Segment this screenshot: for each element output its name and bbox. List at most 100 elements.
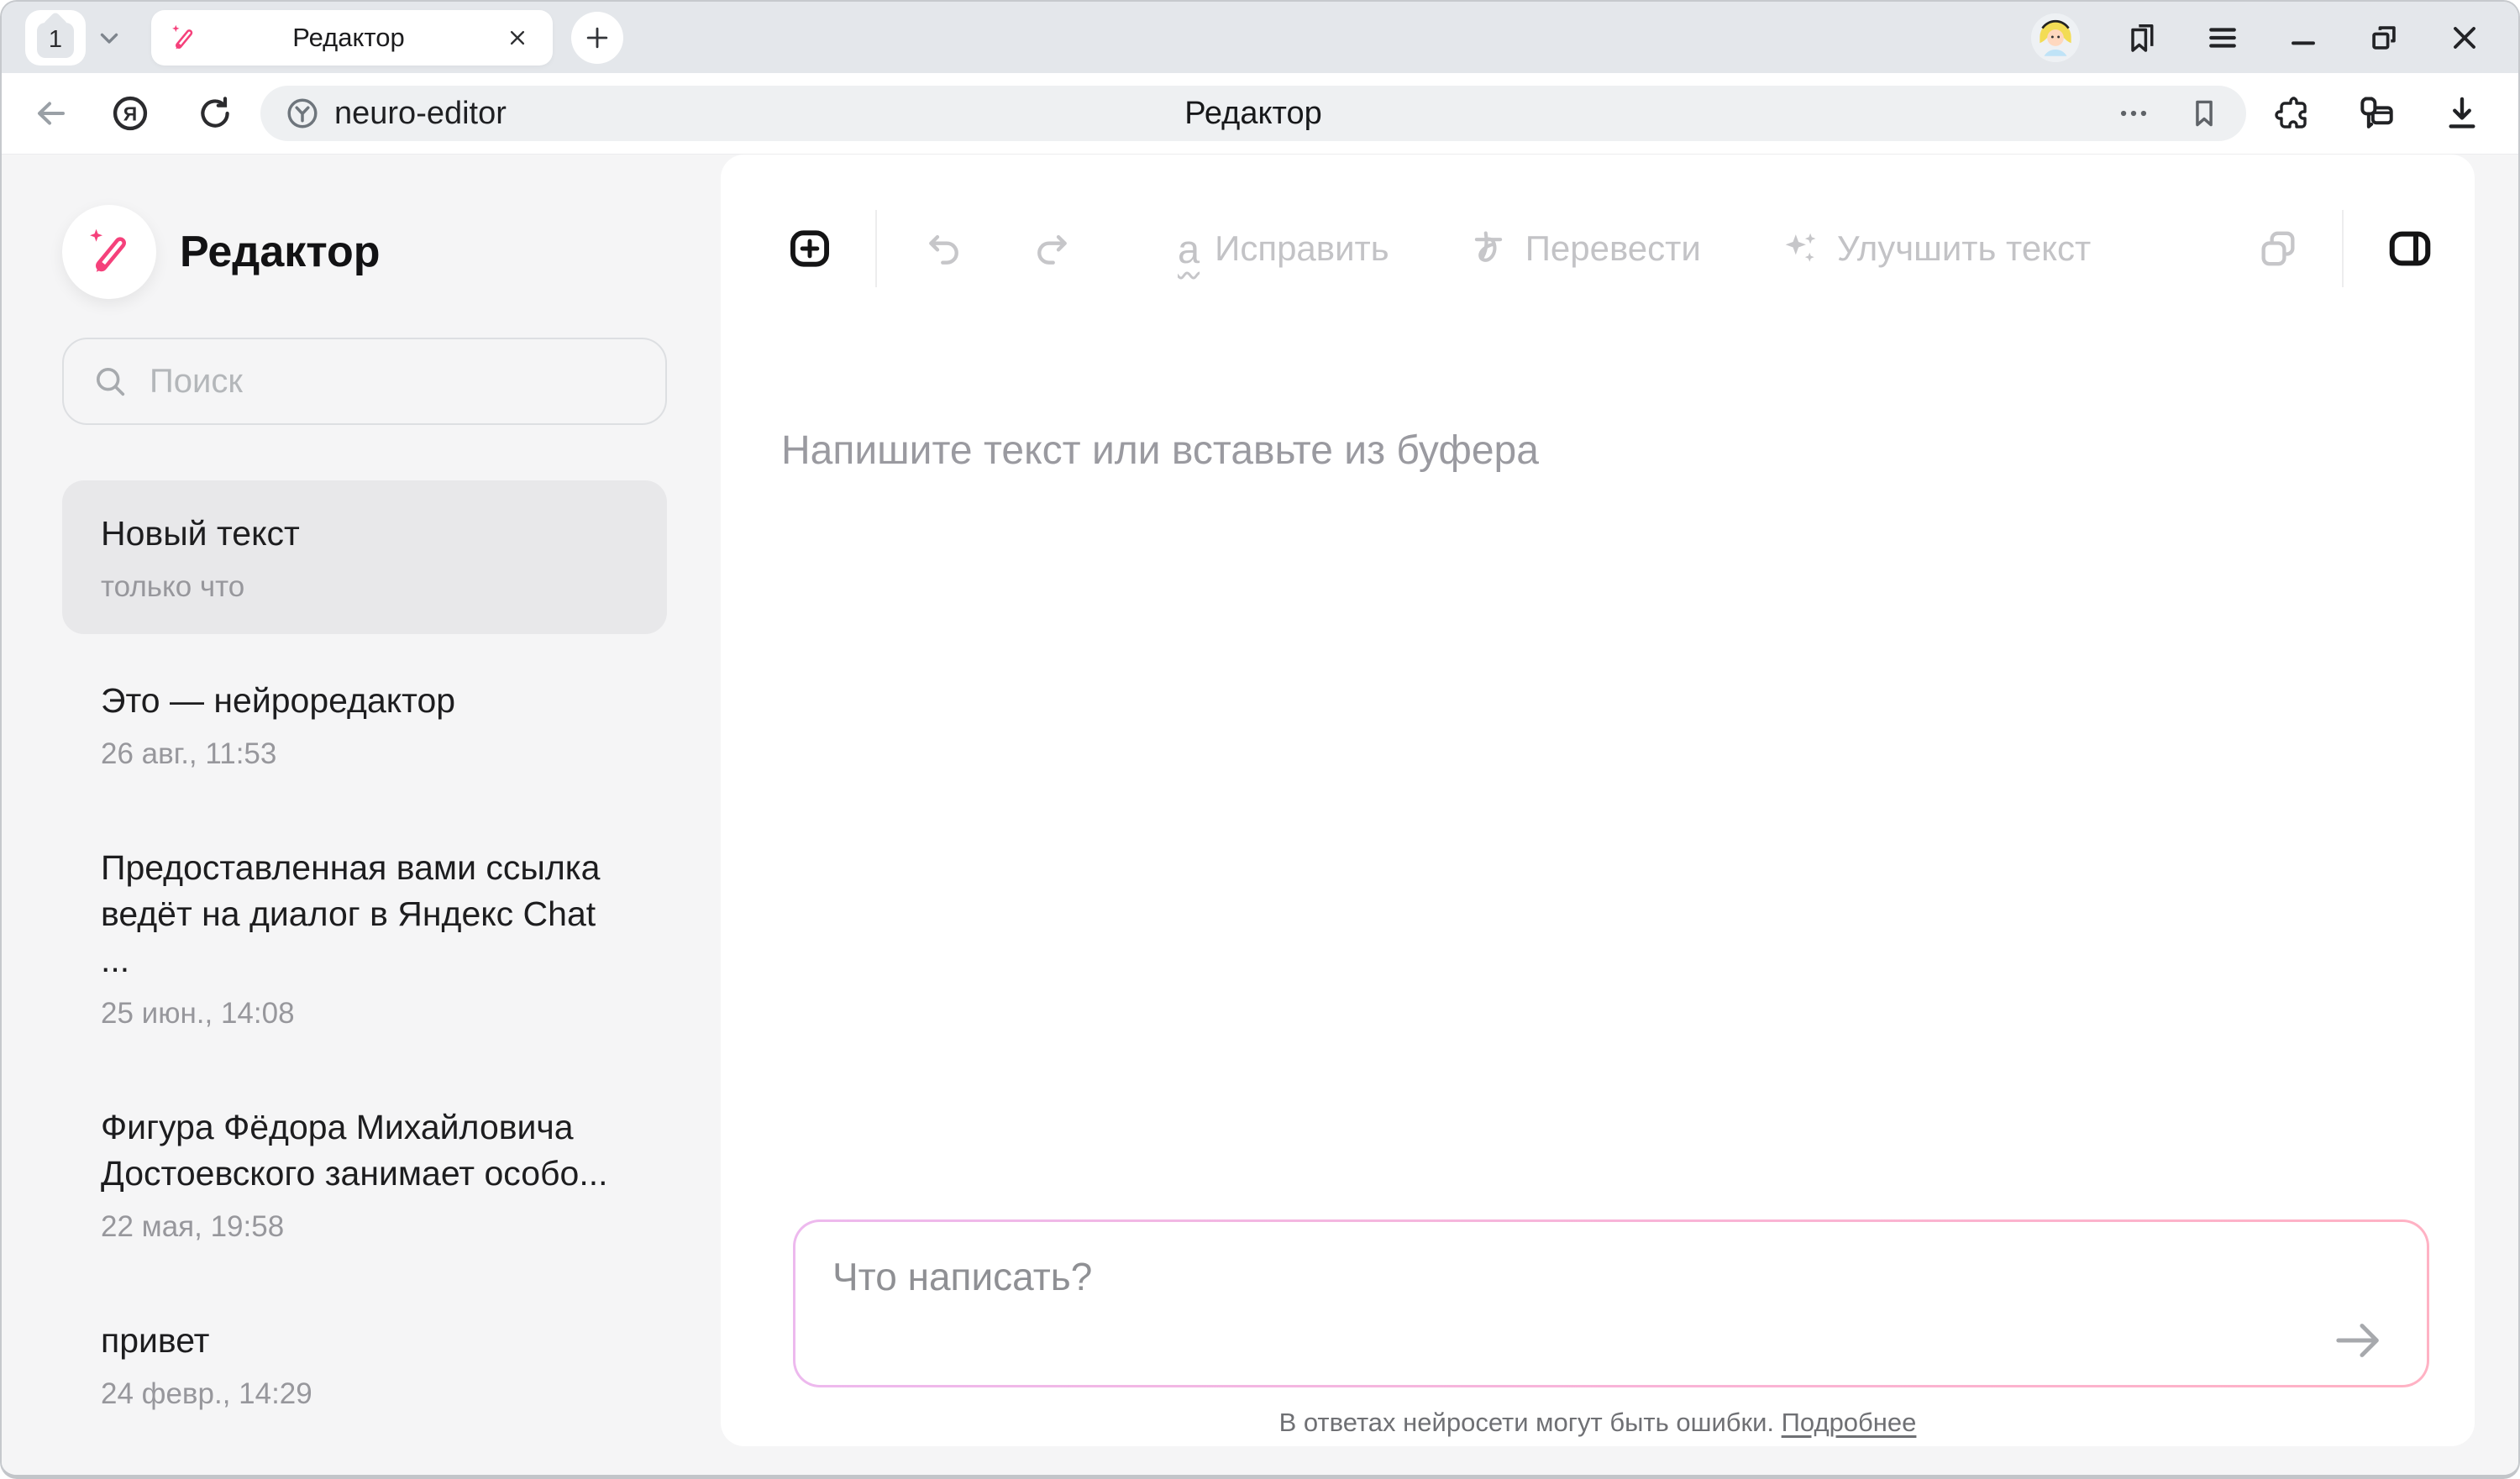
minimize-window-button[interactable]: [2285, 19, 2322, 56]
improve-label: Улучшить текст: [1837, 228, 2091, 269]
extensions-button[interactable]: [2271, 93, 2312, 134]
ai-disclaimer: В ответах нейросети могут быть ошибки. П…: [721, 1408, 2475, 1438]
document-item[interactable]: Это — нейроредактор 26 авг., 11:53: [62, 648, 667, 801]
tab-counter-badge: 1: [37, 23, 74, 58]
disclaimer-details-link[interactable]: Подробнее: [1782, 1408, 1917, 1437]
bookmarks-icon: [2124, 19, 2160, 56]
translate-label: Перевести: [1525, 228, 1701, 269]
tab-close-button[interactable]: [499, 19, 536, 56]
search-input[interactable]: [148, 362, 638, 401]
address-bar[interactable]: neuro-editor Редактор: [260, 86, 2246, 141]
app-title: Редактор: [180, 227, 381, 277]
page-content: Редактор Новый текст только что Это — не…: [2, 155, 2518, 1475]
redo-icon: [1030, 227, 1074, 270]
tab-count: 1: [49, 26, 62, 54]
editor-placeholder[interactable]: Напишите текст или вставьте из буфера: [781, 427, 1539, 474]
fix-label: Исправить: [1215, 228, 1389, 269]
toolbar-divider: [875, 210, 877, 287]
copy-button[interactable]: [2256, 227, 2300, 270]
magic-pencil-logo-icon: [62, 205, 156, 299]
addressbar-actions: [2115, 95, 2223, 132]
document-item-selected[interactable]: Новый текст только что: [62, 480, 667, 634]
prompt-input[interactable]: [795, 1222, 2427, 1385]
restore-window-button[interactable]: [2365, 19, 2402, 56]
improve-text-button[interactable]: Улучшить текст: [1778, 227, 2091, 270]
sidebar: Редактор Новый текст только что Это — не…: [2, 155, 721, 1475]
bookmarks-panel-button[interactable]: [2124, 19, 2160, 56]
back-button[interactable]: [30, 93, 71, 134]
prompt-box[interactable]: [793, 1219, 2429, 1387]
disclaimer-text: В ответах нейросети могут быть ошибки.: [1279, 1408, 1774, 1437]
document-item[interactable]: привет 24 февр., 14:29: [62, 1288, 667, 1441]
more-options-button[interactable]: [2115, 95, 2152, 132]
tab-favicon-magic-pencil-icon: [168, 23, 198, 53]
url-text: neuro-editor: [334, 96, 507, 132]
yandex-button[interactable]: Я: [109, 92, 151, 134]
site-globe-icon: [284, 95, 321, 132]
document-date: 26 авг., 11:53: [101, 737, 628, 771]
chrome-actions: [2271, 92, 2490, 134]
new-tab-button[interactable]: [571, 12, 623, 64]
close-window-button[interactable]: [2446, 19, 2483, 56]
close-icon: [2446, 19, 2483, 56]
browser-window: 1 Редактор: [0, 0, 2520, 1479]
translate-button[interactable]: Перевести: [1467, 227, 1701, 270]
tab-title: Редактор: [198, 23, 499, 53]
side-panel-icon: [2386, 224, 2434, 273]
document-item[interactable]: Предоставленная вами ссылка ведёт на диа…: [62, 815, 667, 1061]
document-title: Новый текст: [101, 511, 628, 557]
tabbar-right-controls: [2031, 13, 2495, 62]
browser-tab[interactable]: Редактор: [151, 10, 553, 66]
document-date: 24 февр., 14:29: [101, 1377, 628, 1411]
editor-panel: а Исправить Перевести: [721, 155, 2475, 1446]
refresh-button[interactable]: [195, 93, 235, 134]
new-document-button[interactable]: [786, 225, 833, 272]
redo-button[interactable]: [1030, 227, 1074, 270]
submit-prompt-button[interactable]: [2323, 1314, 2393, 1366]
close-icon: [505, 25, 530, 50]
document-date: 25 июн., 14:08: [101, 997, 628, 1031]
translate-hiragana-icon: [1467, 227, 1510, 270]
document-title: привет: [101, 1318, 628, 1364]
browser-menu-button[interactable]: [2204, 19, 2241, 56]
undo-button[interactable]: [922, 227, 966, 270]
document-date: 22 мая, 19:58: [101, 1210, 628, 1244]
hamburger-menu-icon: [2204, 19, 2241, 56]
chevron-down-icon: [95, 24, 123, 52]
document-list: Новый текст только что Это — нейроредакт…: [62, 480, 667, 1455]
tab-counter-button[interactable]: 1: [25, 10, 86, 66]
yandex-logo-icon: Я: [109, 92, 151, 134]
page-title: Редактор: [1184, 96, 1322, 132]
undo-icon: [922, 227, 966, 270]
browser-toolbar: Я neuro-editor Редактор: [2, 73, 2518, 155]
avatar[interactable]: [2031, 13, 2080, 62]
back-arrow-icon: [30, 93, 71, 134]
tab-list-dropdown[interactable]: [86, 10, 133, 66]
side-panel-toggle-button[interactable]: [2386, 224, 2434, 273]
document-date: только что: [101, 570, 628, 604]
document-item[interactable]: Фигура Фёдора Михайловича Достоевского з…: [62, 1074, 667, 1274]
search-box[interactable]: [62, 338, 667, 425]
spellcheck-letter-icon: а: [1178, 229, 1200, 269]
passwords-wallet-button[interactable]: [2355, 92, 2397, 134]
plus-square-icon: [786, 225, 833, 272]
arrow-right-icon: [2328, 1315, 2388, 1366]
bookmark-page-button[interactable]: [2186, 95, 2223, 132]
search-icon: [91, 362, 129, 401]
copy-icon: [2256, 227, 2300, 270]
plus-icon: [582, 23, 612, 53]
document-title: Это — нейроредактор: [101, 678, 628, 724]
downloads-button[interactable]: [2441, 92, 2483, 134]
fix-text-button[interactable]: а Исправить: [1178, 228, 1389, 269]
restore-window-icon: [2365, 19, 2402, 56]
document-title: Предоставленная вами ссылка ведёт на диа…: [101, 845, 628, 983]
app-logo-row: Редактор: [62, 205, 667, 299]
minimize-icon: [2285, 19, 2322, 56]
editor-toolbar: а Исправить Перевести: [721, 207, 2475, 291]
document-title: Фигура Фёдора Михайловича Достоевского з…: [101, 1104, 628, 1197]
refresh-icon: [195, 93, 235, 134]
svg-text:Я: Я: [123, 102, 137, 124]
sparkles-icon: [1778, 227, 1822, 270]
toolbar-divider: [2342, 210, 2344, 287]
tab-bar: 1 Редактор: [2, 2, 2518, 73]
